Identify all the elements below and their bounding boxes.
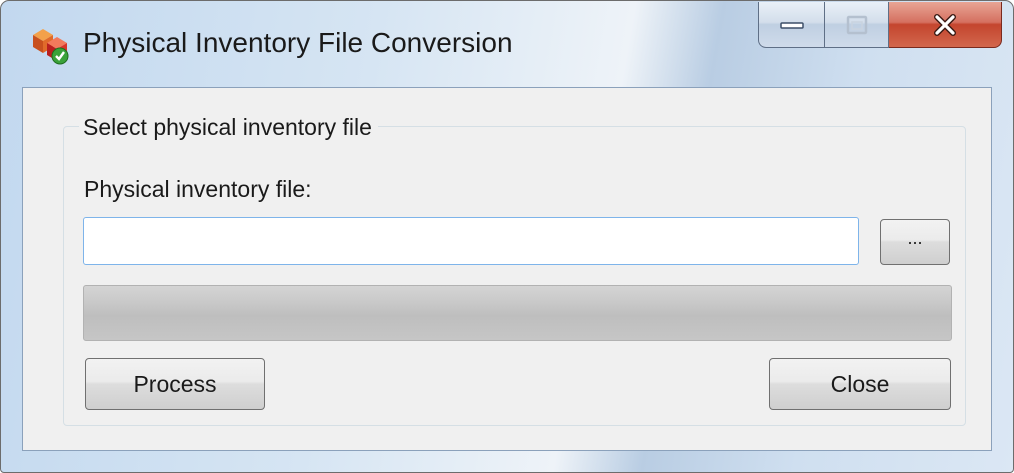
file-field-label: Physical inventory file: bbox=[84, 176, 312, 202]
app-icon bbox=[33, 29, 69, 65]
file-path-input[interactable] bbox=[83, 217, 859, 265]
maximize-icon bbox=[846, 15, 867, 34]
close-icon bbox=[934, 13, 956, 36]
groupbox-label: Select physical inventory file bbox=[79, 114, 378, 141]
maximize-button[interactable] bbox=[825, 2, 889, 48]
caption-buttons bbox=[758, 2, 1002, 48]
close-button[interactable]: Close bbox=[769, 358, 951, 410]
window-title: Physical Inventory File Conversion bbox=[83, 27, 513, 58]
process-button[interactable]: Process bbox=[85, 358, 265, 410]
browse-button[interactable]: ... bbox=[880, 219, 950, 265]
client-area: Select physical inventory file Physical … bbox=[22, 87, 992, 451]
progress-bar bbox=[83, 285, 952, 341]
close-window-button[interactable] bbox=[889, 2, 1002, 48]
app-window: Physical Inventory File Conversion Selec… bbox=[0, 0, 1014, 473]
minimize-icon bbox=[779, 21, 804, 29]
title-bar[interactable]: Physical Inventory File Conversion bbox=[1, 1, 1013, 87]
minimize-button[interactable] bbox=[758, 2, 825, 48]
